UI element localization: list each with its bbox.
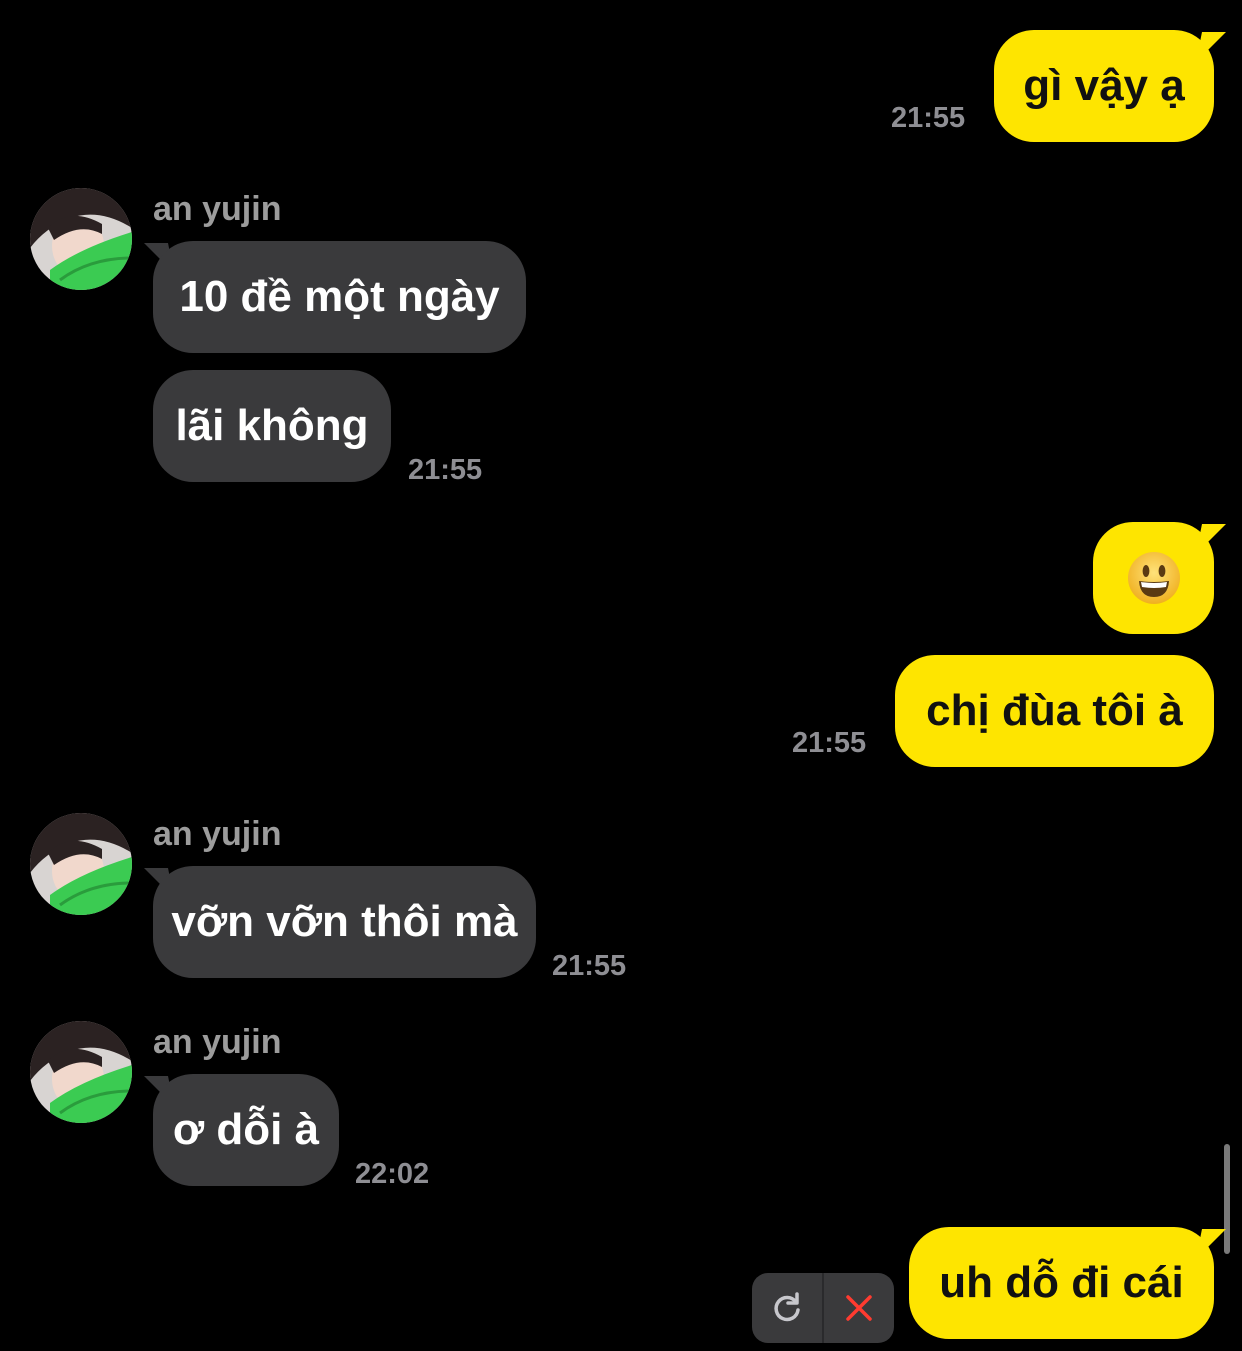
message-timestamp: 22:02 bbox=[355, 1158, 430, 1190]
bubble-tail bbox=[1196, 1229, 1226, 1259]
avatar-image bbox=[30, 813, 132, 915]
message-text: lãi không bbox=[175, 401, 369, 450]
incoming-message-bubble[interactable]: vỡn vỡn thôi mà bbox=[153, 866, 536, 978]
sender-name: an yujin bbox=[153, 815, 282, 853]
close-icon bbox=[846, 1295, 872, 1321]
bubble-tail bbox=[1196, 32, 1226, 62]
message-timestamp: 21:55 bbox=[552, 950, 627, 982]
outgoing-message-bubble[interactable]: gì vậy ạ bbox=[994, 30, 1214, 142]
retry-icon bbox=[774, 1292, 800, 1322]
incoming-message-bubble[interactable]: lãi không bbox=[153, 370, 391, 482]
message-text: vỡn vỡn thôi mà bbox=[171, 897, 518, 946]
avatar-image bbox=[30, 188, 132, 290]
avatar[interactable] bbox=[30, 1021, 132, 1123]
message-timestamp: 21:55 bbox=[891, 102, 966, 134]
incoming-message-bubble[interactable]: 10 đề một ngày bbox=[153, 241, 526, 353]
message-timestamp: 21:55 bbox=[408, 454, 483, 486]
message-timestamp: 21:55 bbox=[792, 727, 867, 759]
message-text: gì vậy ạ bbox=[1023, 61, 1185, 110]
delete-button[interactable] bbox=[824, 1273, 894, 1343]
sender-name: an yujin bbox=[153, 190, 282, 228]
bubble-tail bbox=[1196, 524, 1226, 554]
message-text: ơ dỗi à bbox=[172, 1105, 320, 1154]
avatar-image bbox=[30, 1021, 132, 1123]
message-text: 10 đề một ngày bbox=[179, 272, 500, 321]
retry-button[interactable] bbox=[752, 1273, 822, 1343]
sender-name: an yujin bbox=[153, 1023, 282, 1061]
avatar[interactable] bbox=[30, 188, 132, 290]
avatar[interactable] bbox=[30, 813, 132, 915]
incoming-message-bubble[interactable]: ơ dỗi à bbox=[153, 1074, 339, 1186]
message-text: uh dỗ đi cái bbox=[939, 1258, 1184, 1307]
outgoing-message-bubble[interactable]: chị đùa tôi à bbox=[895, 655, 1214, 767]
message-text: chị đùa tôi à bbox=[926, 686, 1183, 735]
failed-message-actions bbox=[752, 1273, 894, 1343]
outgoing-message-bubble[interactable]: uh dỗ đi cái bbox=[909, 1227, 1214, 1339]
smiling-face-emoji bbox=[1127, 552, 1180, 604]
